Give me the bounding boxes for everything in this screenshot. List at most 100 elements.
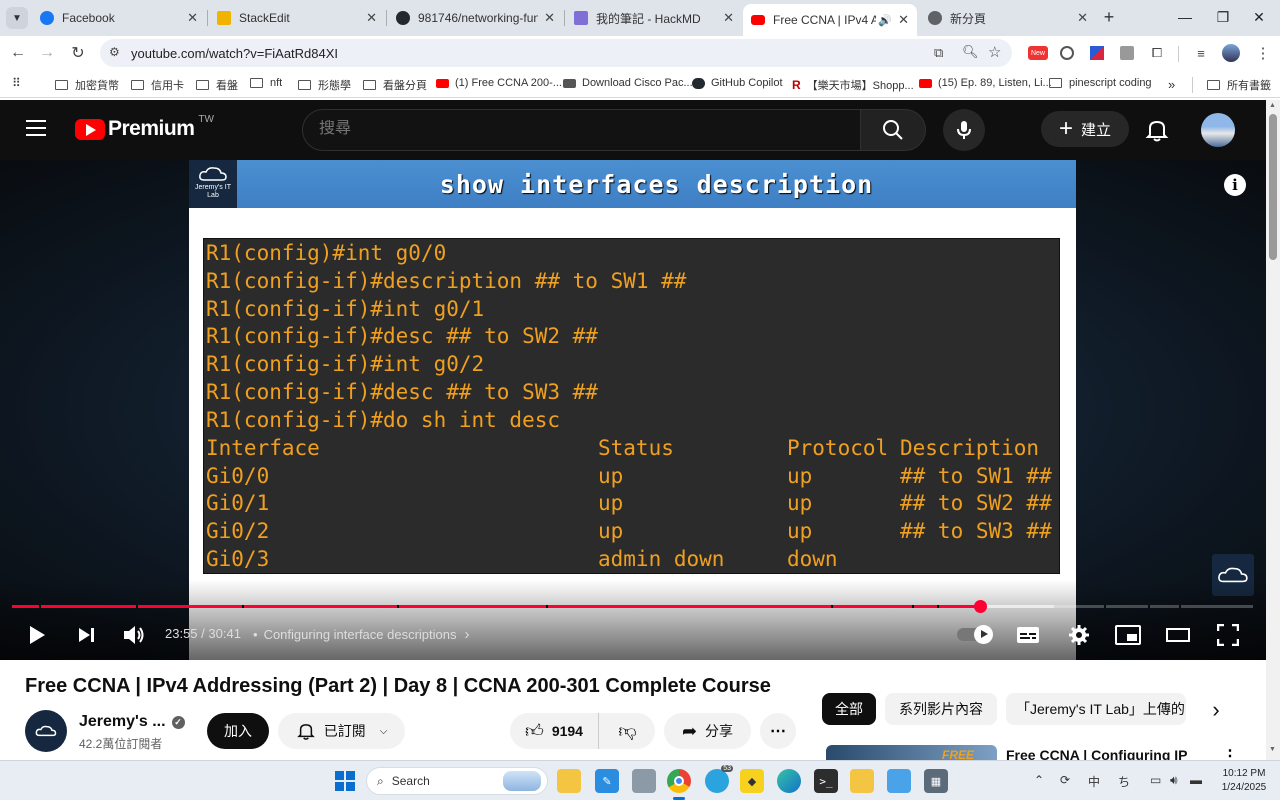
app-blue-icon[interactable]: ✎ (595, 769, 619, 793)
join-button[interactable]: 加入 (207, 713, 269, 749)
create-button[interactable]: + 建立 (1041, 111, 1129, 147)
next-video-title[interactable]: Free CCNA | Configuring IP (1006, 747, 1188, 760)
start-button[interactable] (333, 769, 357, 793)
bookmark-apps[interactable]: ⠿ (12, 76, 21, 90)
tab-new-tab[interactable]: 新分頁 ✕ (920, 4, 1096, 32)
play-button[interactable] (24, 622, 50, 648)
app-gray-icon[interactable] (632, 769, 656, 793)
youtube-logo[interactable]: Premium TW (75, 114, 214, 141)
extension-new-icon[interactable]: New (1027, 44, 1049, 62)
taskbar-search[interactable]: ⌕ Search (366, 767, 548, 795)
ime-indicator[interactable]: 中 (1088, 773, 1100, 790)
channel-name[interactable]: Jeremy's ... ✓ (79, 713, 185, 731)
bookmark-link[interactable]: GitHub Copilot (692, 77, 783, 89)
extension-gray-icon[interactable] (1118, 44, 1136, 62)
close-icon[interactable]: ✕ (544, 10, 555, 26)
terminal-icon[interactable]: >_ (814, 769, 838, 793)
bookmark-star-icon[interactable]: ☆ (988, 43, 1001, 61)
ime-mode-icon[interactable]: ち (1118, 773, 1130, 790)
video-player[interactable]: Jeremy's IT Lab show interfaces descript… (0, 160, 1266, 660)
page-scrollbar[interactable]: ▲ ▼ (1266, 100, 1280, 760)
bookmark-folder[interactable]: 形態學 (298, 77, 351, 93)
scroll-up-arrow-icon[interactable]: ▲ (1269, 102, 1276, 109)
tab-search-button[interactable]: ▼ (6, 7, 28, 29)
tab-hackmd[interactable]: 我的筆記 - HackMD ✕ (566, 4, 742, 32)
folder-icon[interactable] (850, 769, 874, 793)
tab-stackedit[interactable]: StackEdit ✕ (209, 4, 385, 32)
battery-icon[interactable]: ▬ (1190, 773, 1202, 787)
account-avatar[interactable] (1201, 113, 1235, 147)
progress-bar[interactable] (12, 600, 1253, 613)
extension-g-icon[interactable] (1058, 44, 1076, 62)
notepad-icon[interactable] (887, 769, 911, 793)
forward-button[interactable]: → (35, 41, 59, 65)
share-button[interactable]: ➦ 分享 (664, 713, 751, 749)
close-icon[interactable]: ✕ (723, 10, 734, 26)
theater-mode-button[interactable] (1164, 622, 1192, 648)
close-icon[interactable]: ✕ (366, 10, 377, 26)
chips-next-button[interactable]: › (1204, 697, 1228, 722)
calculator-icon[interactable]: ▦ (924, 769, 948, 793)
subtitles-button[interactable] (1014, 623, 1042, 647)
reading-list-icon[interactable]: ≡ (1192, 44, 1210, 62)
tab-free-ccna[interactable]: Free CCNA | IPv4 Addre 🔊 ✕ (743, 4, 917, 36)
extensions-puzzle-icon[interactable]: ⧠ (1148, 44, 1166, 62)
chrome-icon[interactable] (667, 769, 691, 793)
install-app-icon[interactable]: ⧉ (934, 45, 943, 61)
address-bar[interactable]: ⚙ youtube.com/watch?v=FiAatRd84XI ⧉ 🔍︎ ☆ (100, 39, 1012, 67)
close-icon[interactable]: ✕ (1077, 10, 1088, 26)
bookmark-link[interactable]: (1) Free CCNA 200-... (436, 77, 562, 89)
fullscreen-button[interactable] (1214, 622, 1242, 648)
network-icon[interactable]: ▭ (1150, 773, 1161, 787)
bookmark-folder[interactable]: 看盤 (196, 77, 238, 93)
extension-red-blue-icon[interactable] (1088, 44, 1106, 62)
app-yellow-icon[interactable]: ◆ (740, 769, 764, 793)
like-button[interactable]: 👍︎ 9194 (510, 713, 599, 749)
zoom-icon[interactable]: 🔍︎ (962, 44, 979, 60)
bookmark-link[interactable]: (15) Ep. 89, Listen, Li... (919, 77, 1052, 89)
menu-kebab-icon[interactable]: ⋮ (1254, 44, 1272, 62)
new-tab-button[interactable]: + (1098, 6, 1120, 28)
bookmark-folder[interactable]: nft (250, 77, 282, 89)
bookmark-link[interactable]: Download Cisco Pac... (563, 77, 693, 89)
scrubber-handle[interactable] (973, 600, 987, 613)
tab-github[interactable]: 981746/networking-funda ✕ (388, 4, 563, 32)
bookmark-folder[interactable]: 加密貨幣 (55, 77, 119, 93)
bookmark-folder[interactable]: 所有書籤 (1192, 77, 1271, 93)
close-window-button[interactable]: ✕ (1236, 0, 1280, 34)
tray-overflow-icon[interactable]: ⌃ (1034, 773, 1044, 787)
speaker-icon[interactable]: 🔊 (878, 14, 892, 27)
subscribed-button[interactable]: 已訂閱 ⌵ (278, 713, 405, 749)
chip-all[interactable]: 全部 (822, 693, 876, 725)
back-button[interactable]: ← (6, 41, 30, 65)
search-box[interactable] (302, 109, 862, 151)
guide-menu-button[interactable] (26, 118, 48, 140)
channel-avatar[interactable] (25, 710, 67, 752)
sync-icon[interactable]: ⟳ (1060, 773, 1070, 787)
autoplay-toggle[interactable] (956, 624, 993, 644)
search-input[interactable] (319, 120, 839, 138)
next-button[interactable] (73, 622, 99, 648)
next-video-thumbnail[interactable]: FREE (826, 745, 997, 760)
url-text[interactable]: youtube.com/watch?v=FiAatRd84XI (131, 46, 338, 61)
bookmark-folder[interactable]: 信用卡 (131, 77, 184, 93)
chip-series[interactable]: 系列影片內容 (885, 693, 997, 725)
site-info-icon[interactable]: ⚙ (109, 45, 120, 59)
scroll-down-arrow-icon[interactable]: ▼ (1269, 746, 1276, 753)
video-info-button[interactable]: i (1224, 174, 1246, 196)
speaker-icon[interactable]: 🔊︎ (1170, 773, 1178, 788)
chip-channel-uploads[interactable]: 「Jeremy's IT Lab」上傳的 (1006, 693, 1186, 725)
more-actions-button[interactable]: ⋯ (760, 713, 796, 749)
bookmarks-overflow-button[interactable]: » (1168, 77, 1175, 92)
miniplayer-button[interactable] (1114, 622, 1142, 648)
bookmark-link[interactable]: R 【樂天市場】Shopp... (792, 77, 914, 93)
close-icon[interactable]: ✕ (898, 12, 909, 28)
next-video-menu-button[interactable]: ⋮ (1222, 746, 1238, 760)
search-button[interactable] (860, 109, 926, 151)
close-icon[interactable]: ✕ (187, 10, 198, 26)
scrollbar-thumb[interactable] (1269, 114, 1277, 260)
file-explorer-icon[interactable] (557, 769, 581, 793)
clock[interactable]: 10:12 PM 1/24/2025 (1214, 767, 1274, 795)
settings-button[interactable] (1066, 622, 1092, 648)
chapter-button[interactable]: • Configuring interface descriptions › (253, 626, 470, 643)
